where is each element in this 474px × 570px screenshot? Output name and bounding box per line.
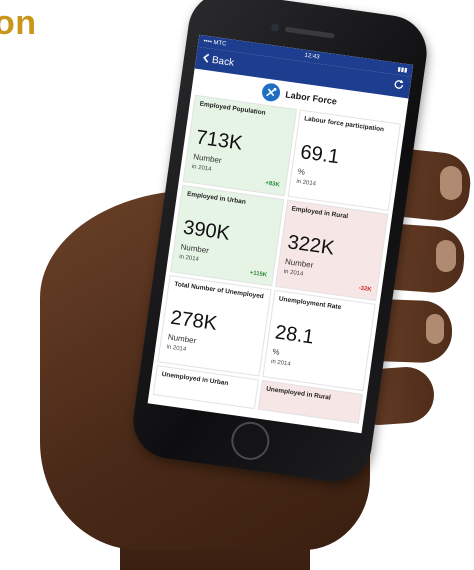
battery-icon: ▮▮▮ (397, 66, 408, 74)
indicator-card[interactable]: Total Number of Unemployed 278K Number i… (157, 275, 272, 377)
card-value: 390K (181, 216, 232, 245)
card-year: in 2014 (283, 268, 304, 278)
indicator-card[interactable]: Employed in Rural 322K Number in 2014 -3… (274, 199, 389, 301)
section-title: Labor Force (284, 89, 338, 107)
back-button[interactable]: Back (201, 52, 235, 69)
clock: 12:43 (304, 52, 320, 61)
fingernail (440, 166, 462, 200)
card-unit: Number (180, 242, 210, 256)
card-title: Total Number of Unemployed (173, 280, 265, 301)
card-year: in 2014 (178, 254, 200, 263)
card-year: in 2014 (191, 164, 212, 173)
corner-heading: on (0, 4, 37, 42)
card-year: in 2014 (166, 344, 187, 353)
indicator-card[interactable]: Unemployment Rate 28.1 % in 2014 (261, 289, 376, 392)
chevron-left-icon (201, 52, 211, 66)
card-change: -32K (358, 285, 372, 294)
card-title: Employed in Rural (291, 205, 349, 221)
card-value: 278K (169, 306, 219, 335)
card-change: +83K (264, 180, 281, 189)
card-value: 322K (286, 231, 336, 260)
card-unit: % (297, 166, 306, 177)
indicator-card[interactable]: Labour force participation 69.1 % in 201… (287, 109, 401, 211)
card-unit: Number (284, 256, 314, 270)
indicator-grid: Employed Population 713K Number in 2014 … (149, 94, 405, 424)
fingernail (436, 240, 456, 272)
card-year: in 2014 (270, 358, 291, 368)
card-title: Unemployment Rate (278, 295, 342, 312)
card-value: 713K (194, 126, 244, 155)
carrier-label: •••• MTC (203, 38, 227, 48)
front-camera (270, 22, 280, 32)
tools-icon (261, 82, 282, 103)
card-title: Employed in Urban (186, 190, 247, 206)
earpiece-speaker (284, 26, 335, 39)
card-value: 28.1 (273, 321, 316, 349)
phone-screen: •••• MTC 12:43 ▮▮▮ Back Labor Force Empl… (147, 34, 414, 434)
card-unit: Number (167, 332, 197, 346)
card-unit: % (271, 347, 281, 358)
card-change: +115K (249, 270, 268, 279)
fingernail (426, 314, 444, 344)
indicator-card[interactable]: Employed Population 713K Number in 2014 … (182, 94, 297, 197)
indicator-card[interactable]: Employed in Urban 390K Number in 2014 +1… (170, 184, 284, 287)
refresh-icon[interactable] (392, 78, 405, 93)
card-title: Unemployed in Urban (161, 370, 229, 388)
card-year: in 2014 (295, 178, 317, 188)
home-button[interactable] (228, 419, 272, 463)
card-unit: Number (192, 152, 223, 166)
card-title: Unemployed in Rural (265, 385, 332, 402)
card-value: 69.1 (298, 141, 341, 169)
back-label: Back (211, 54, 235, 69)
